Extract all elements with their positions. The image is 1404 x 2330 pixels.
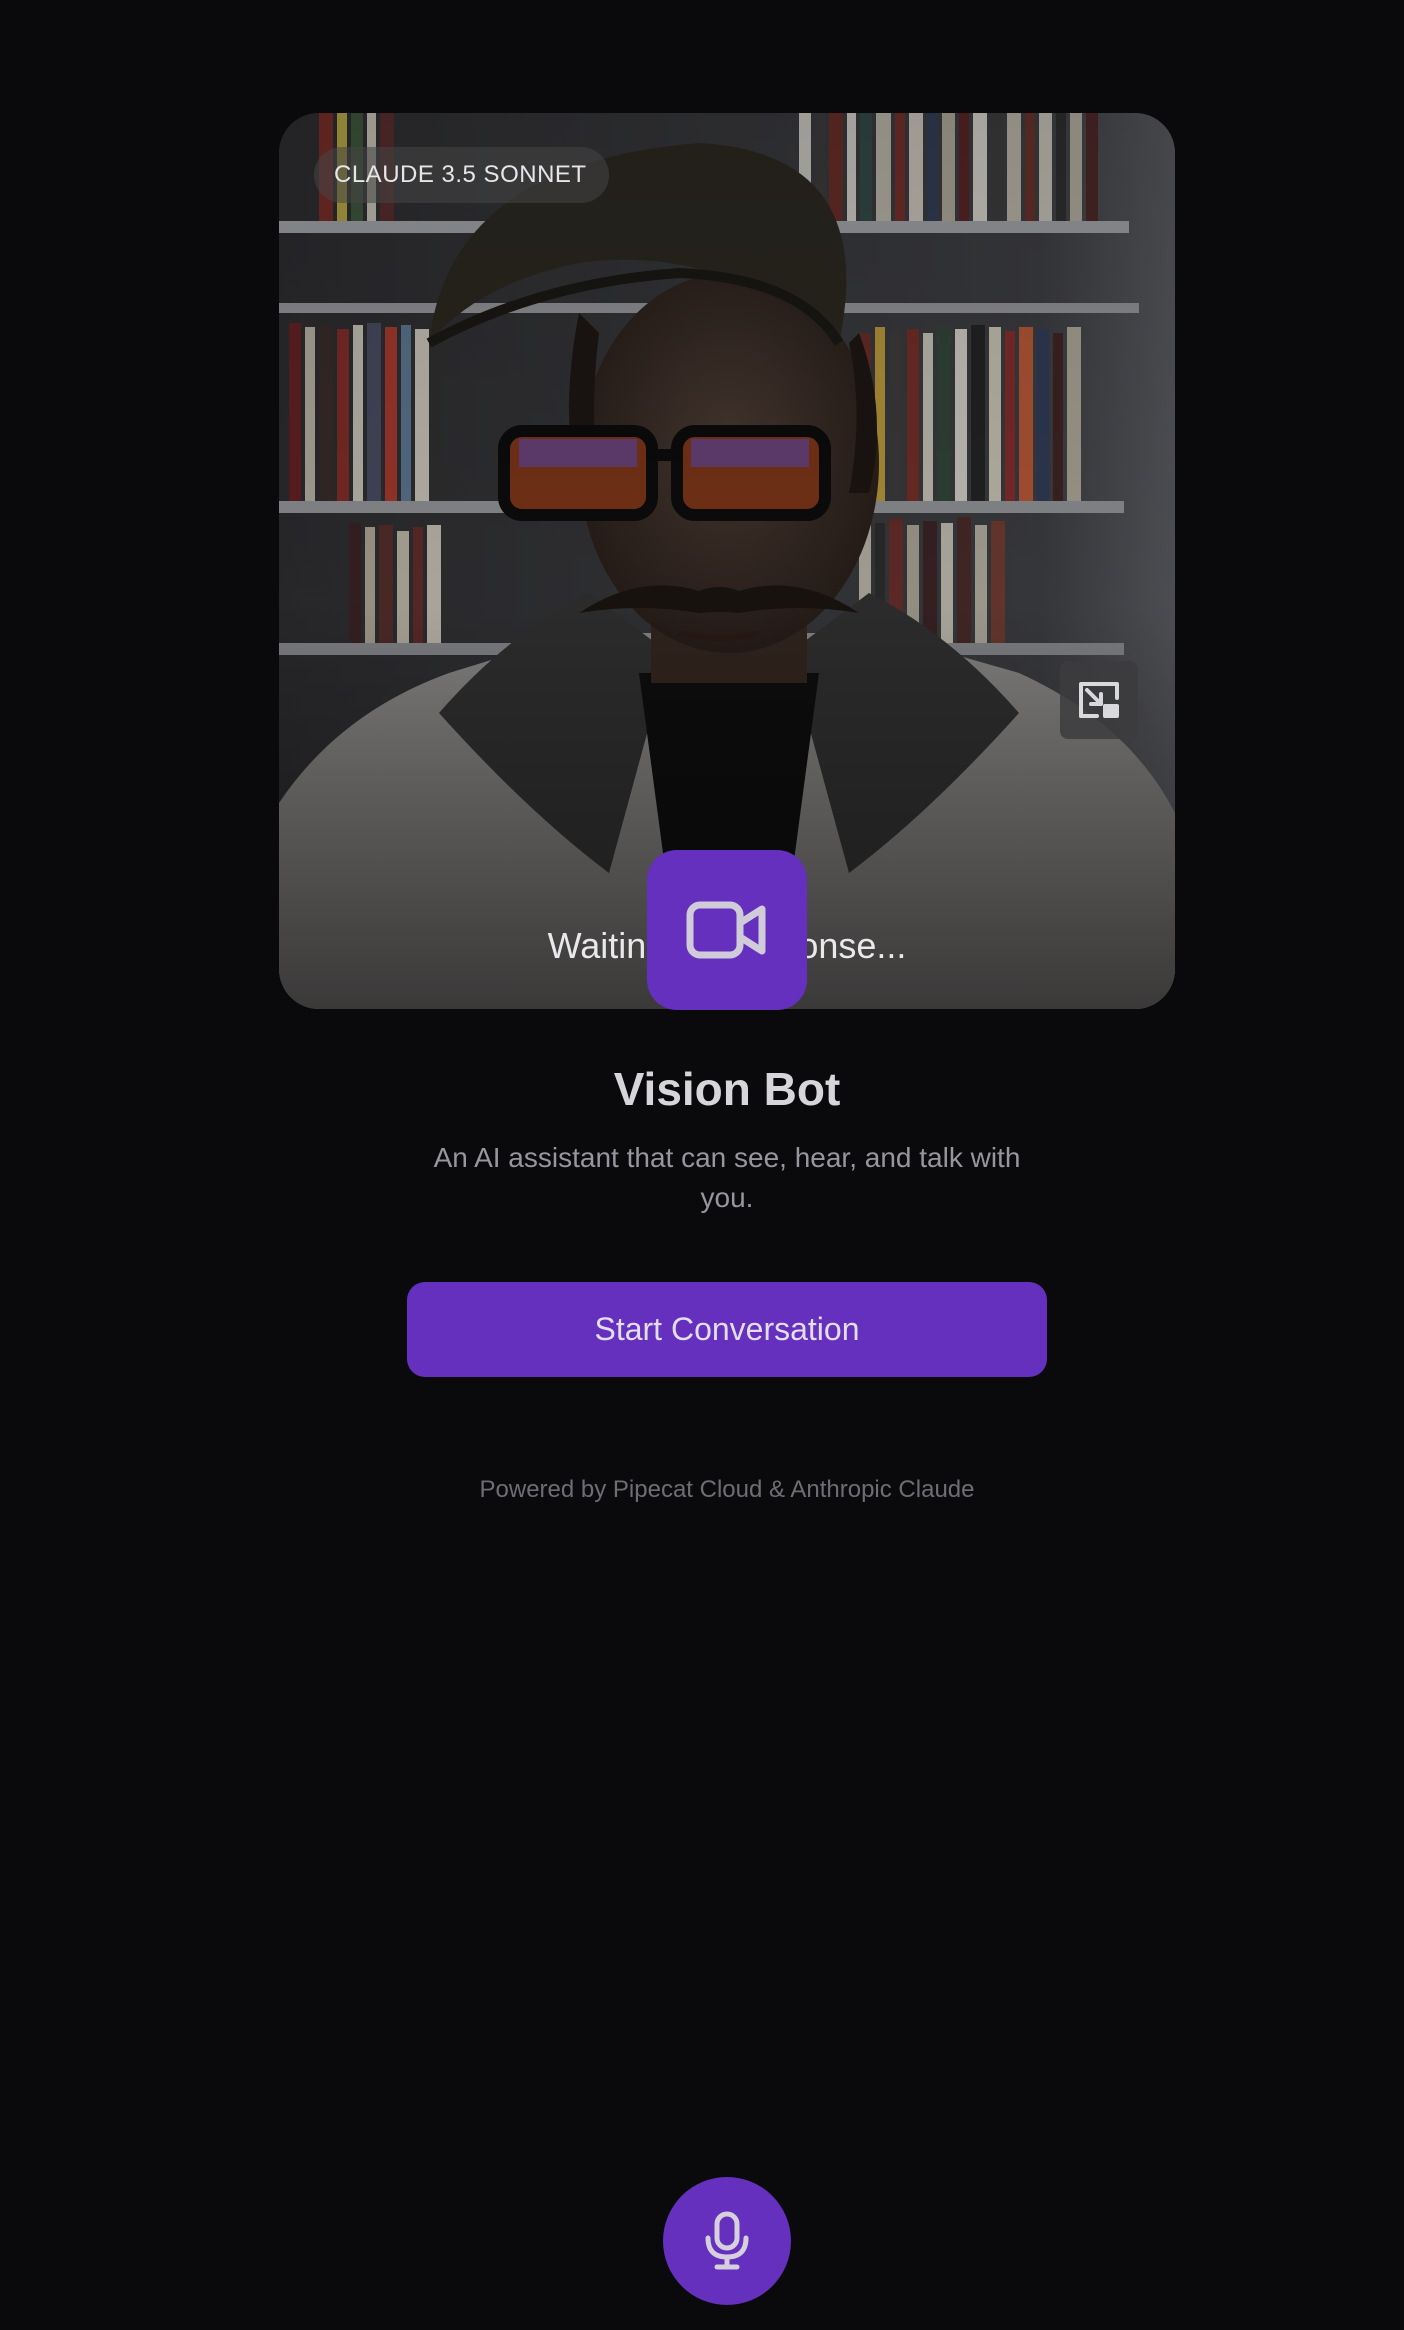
page-title: Vision Bot bbox=[613, 1063, 841, 1115]
title-container: Vision Bot bbox=[0, 1062, 1404, 1116]
picture-in-picture-button[interactable] bbox=[1060, 661, 1138, 739]
camera-toggle-button[interactable] bbox=[647, 850, 807, 1010]
microphone-button[interactable] bbox=[663, 2177, 791, 2305]
microphone-icon bbox=[705, 2211, 749, 2270]
video-camera-icon bbox=[686, 901, 766, 959]
start-conversation-button[interactable]: Start Conversation bbox=[407, 1282, 1047, 1377]
picture-in-picture-icon bbox=[1079, 682, 1119, 718]
model-badge: CLAUDE 3.5 SONNET bbox=[314, 147, 609, 203]
page-subtitle: An AI assistant that can see, hear, and … bbox=[433, 1142, 1021, 1213]
footer-credit: Powered by Pipecat Cloud & Anthropic Cla… bbox=[479, 1476, 975, 1503]
